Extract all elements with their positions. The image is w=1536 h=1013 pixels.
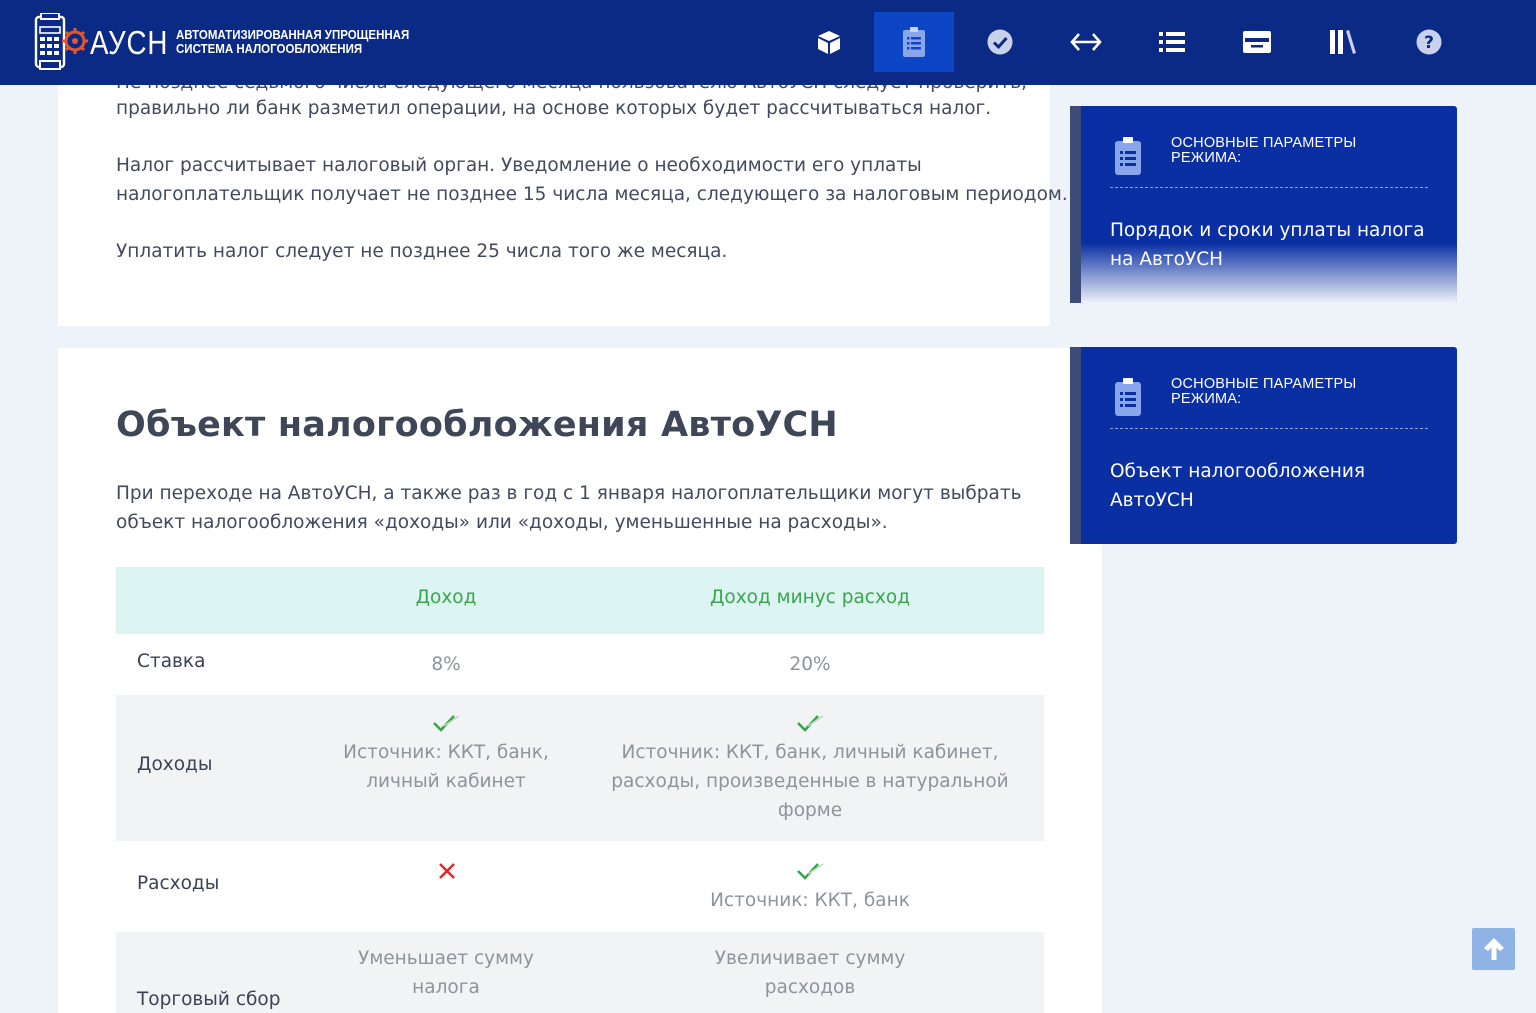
- table-row: Ставка 8% 20%: [116, 634, 1044, 695]
- table-row: Торговый сбор Уменьшает сумму налога Уве…: [116, 932, 1044, 1013]
- sidebar-link-line: Объект налогообложения: [1110, 461, 1366, 482]
- row-label-income: Доходы: [137, 754, 213, 775]
- rate-income-minus-expense-value: 20%: [789, 654, 831, 675]
- paragraph-payment-deadline: Уплатить налог следует не позднее 25 чис…: [116, 241, 728, 262]
- help-icon: ?: [1416, 29, 1442, 55]
- income-source-line: Источник: ККТ, банк,: [343, 742, 549, 763]
- check-icon: [433, 715, 460, 732]
- paragraph-bank-check: правильно ли банк разметил операции, на …: [116, 98, 992, 119]
- income-source-line: расходы, произведенные в натуральной: [611, 771, 1009, 792]
- nav-code[interactable]: [1046, 12, 1126, 72]
- nav-check[interactable]: [960, 12, 1040, 72]
- sidebar-card-link[interactable]: Объект налогообложения АвтоУСН: [1110, 457, 1440, 515]
- table-row: Доходы Источник: ККТ, банк, личный кабин…: [116, 695, 1044, 841]
- sidebar-card-taxation-object[interactable]: ОСНОВНЫЕ ПАРАМЕТРЫ РЕЖИМА: Объект налого…: [1070, 347, 1457, 544]
- logo-wordmark[interactable]: АУСН: [90, 24, 168, 62]
- nav-clipboard[interactable]: [874, 12, 954, 72]
- svg-text:?: ?: [1424, 33, 1434, 53]
- top-navigation-bar: АУСН АВТОМАТИЗИРОВАННАЯ УПРОЩЕННАЯ СИСТЕ…: [0, 0, 1536, 85]
- nav-library[interactable]: [1303, 12, 1383, 72]
- cross-icon: [439, 863, 455, 879]
- paragraph-tax-notice-1: Налог рассчитывает налоговый орган. Увед…: [116, 155, 922, 176]
- income-source-cell: Источник: ККТ, банк, личный кабинет: [336, 738, 556, 796]
- sidebar-caption-line: РЕЖИМА:: [1171, 391, 1242, 407]
- nav-card[interactable]: [1217, 12, 1297, 72]
- arrow-up-icon: [1483, 938, 1504, 960]
- expenses-source-cell: Источник: ККТ, банк: [596, 886, 1024, 915]
- card-icon: [1243, 31, 1271, 53]
- logo-icon[interactable]: [34, 12, 90, 71]
- trade-fee-income-minus-expense-cell: Увеличивает сумму расходов: [596, 944, 1024, 1002]
- intro-line-2: объект налогообложения «доходы» или «дох…: [116, 512, 888, 533]
- dashed-divider: [1110, 428, 1428, 429]
- table-header-row: Доход Доход минус расход: [116, 567, 1044, 634]
- section-title: Объект налогообложения АвтоУСН: [116, 405, 838, 445]
- row-label-rate: Ставка: [137, 651, 206, 672]
- trade-fee-line: Увеличивает сумму: [714, 948, 906, 969]
- table-row: Расходы Источник: ККТ, банк: [116, 841, 1044, 932]
- logo-subtitle: АВТОМАТИЗИРОВАННАЯ УПРОЩЕННАЯ СИСТЕМА НА…: [176, 28, 409, 56]
- clipboard-icon: [1115, 378, 1141, 416]
- income-source-line: форме: [777, 800, 843, 821]
- scroll-to-top-button[interactable]: [1472, 928, 1515, 970]
- row-label-trade-fee: Торговый сбор: [137, 989, 281, 1010]
- trade-fee-line: налога: [412, 977, 480, 998]
- library-icon: [1330, 30, 1356, 54]
- trade-fee-income-cell: Уменьшает сумму налога: [336, 944, 556, 1002]
- sidebar-link-line: на АвтоУСН: [1110, 249, 1224, 270]
- trade-fee-line: расходов: [764, 977, 856, 998]
- intro-line-1: При переходе на АвтоУСН, а также раз в г…: [116, 483, 1022, 504]
- row-label-expenses: Расходы: [137, 873, 220, 894]
- clipboard-icon: [1115, 137, 1141, 175]
- expenses-source-line: Источник: ККТ, банк: [710, 890, 910, 911]
- income-source-line: личный кабинет: [366, 771, 526, 792]
- list-icon: [1159, 32, 1185, 52]
- sidebar-card-link[interactable]: Порядок и сроки уплаты налога на АвтоУСН: [1110, 216, 1440, 274]
- nav-cube[interactable]: [789, 12, 869, 72]
- sidebar-caption-line: РЕЖИМА:: [1171, 150, 1242, 166]
- table-header-income: Доход: [415, 587, 477, 608]
- sidebar-link-line: АвтоУСН: [1110, 490, 1194, 511]
- rate-income-value: 8%: [431, 654, 461, 675]
- logo-subtitle-line-1: АВТОМАТИЗИРОВАННАЯ УПРОЩЕННАЯ: [176, 28, 410, 42]
- nav-help[interactable]: ?: [1389, 12, 1469, 72]
- sidebar-link-line: Порядок и сроки уплаты налога: [1110, 220, 1425, 241]
- trade-fee-line: Уменьшает сумму: [358, 948, 534, 969]
- code-arrows-icon: [1070, 33, 1102, 51]
- income-source-line: Источник: ККТ, банк, личный кабинет,: [621, 742, 999, 763]
- check-icon: [797, 715, 824, 732]
- check-circle-icon: [987, 29, 1013, 55]
- sidebar-card-caption: ОСНОВНЫЕ ПАРАМЕТРЫ РЕЖИМА:: [1171, 136, 1441, 166]
- check-icon: [797, 863, 824, 880]
- sidebar-card-payment-terms[interactable]: ОСНОВНЫЕ ПАРАМЕТРЫ РЕЖИМА: Порядок и сро…: [1070, 106, 1457, 303]
- logo-subtitle-line-2: СИСТЕМА НАЛОГООБЛОЖЕНИЯ: [176, 42, 363, 56]
- clipboard-icon: [903, 27, 925, 57]
- sidebar-caption-line: ОСНОВНЫЕ ПАРАМЕТРЫ: [1171, 135, 1357, 151]
- cube-icon: [818, 31, 840, 54]
- sidebar-caption-line: ОСНОВНЫЕ ПАРАМЕТРЫ: [1171, 376, 1357, 392]
- nav-list[interactable]: [1132, 12, 1212, 72]
- table-header-income-minus-expense: Доход минус расход: [709, 587, 911, 608]
- sidebar-card-caption: ОСНОВНЫЕ ПАРАМЕТРЫ РЕЖИМА:: [1171, 377, 1441, 407]
- paragraph-tax-notice-2: налогоплательщик получает не позднее 15 …: [116, 184, 1068, 205]
- dashed-divider: [1110, 187, 1428, 188]
- income-minus-expense-source-cell: Источник: ККТ, банк, личный кабинет, рас…: [596, 738, 1024, 825]
